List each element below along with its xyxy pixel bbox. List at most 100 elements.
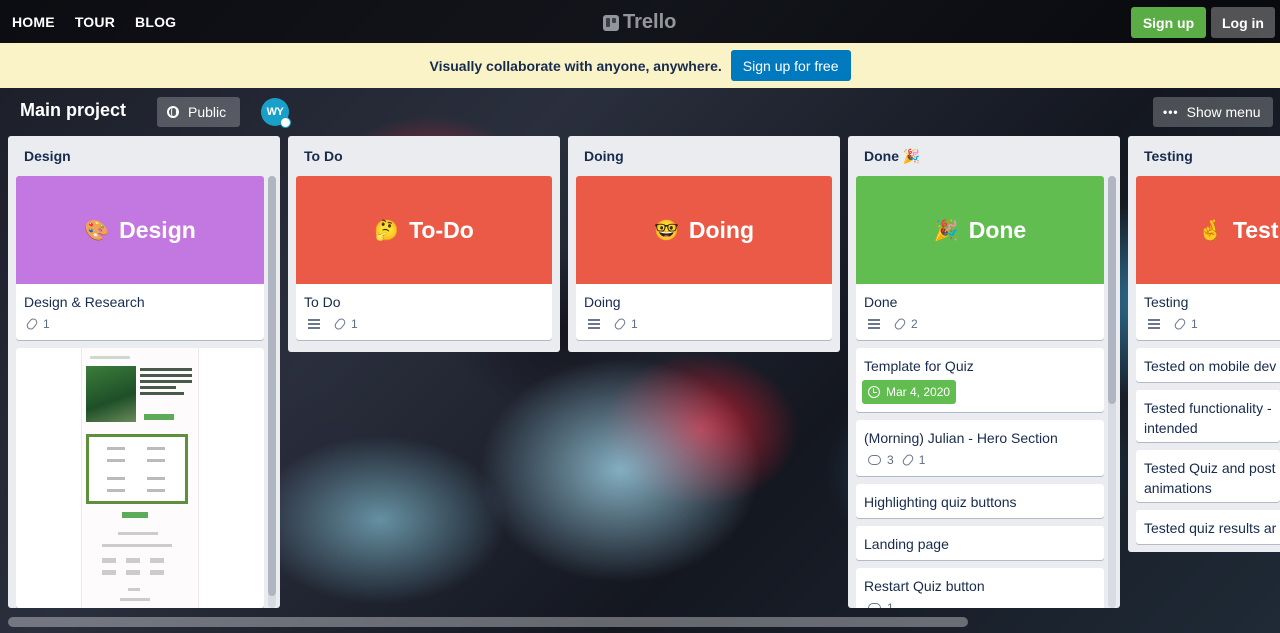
trello-logo-icon [603, 14, 619, 31]
card-title: Doing [584, 294, 621, 310]
cover-text: Done [968, 216, 1027, 243]
nav-home-link[interactable]: HOME [12, 14, 55, 30]
nav-tour-link[interactable]: TOUR [75, 14, 115, 30]
list-design: Design 🎨 Design Design & Research 1 [8, 136, 280, 608]
list-title[interactable]: Testing [1128, 136, 1280, 176]
party-popper-icon: 🎉 [933, 219, 959, 242]
board-horizontal-scrollbar[interactable] [8, 617, 968, 627]
thinking-face-icon: 🤔 [374, 219, 400, 242]
attachment-count: 1 [43, 317, 50, 331]
cover-text: Testi [1232, 216, 1280, 243]
card-landing-page[interactable]: Landing page [856, 526, 1104, 560]
avatar-initials: WY [266, 106, 284, 118]
description-badge [588, 319, 606, 329]
globe-icon [167, 106, 179, 118]
attachment-count: 1 [918, 453, 926, 467]
card-title: Template for Quiz [864, 358, 974, 374]
logo-text: Trello [623, 11, 677, 33]
attachment-badge: 2 [893, 316, 918, 332]
paperclip-icon [900, 452, 915, 468]
attachment-count: 1 [351, 317, 358, 331]
description-icon [868, 319, 880, 329]
card-tested-quiz-animations[interactable]: Tested Quiz and post animations [1136, 450, 1280, 502]
card-tested-functionality[interactable]: Tested functionality - intended [1136, 390, 1280, 442]
crossed-fingers-icon: 🤞 [1198, 219, 1223, 242]
card-title: Tested Quiz and post animations [1144, 460, 1276, 496]
card-image-preview[interactable] [16, 348, 264, 608]
card-badges: 1 [576, 316, 832, 340]
cover-text: Design [119, 216, 196, 243]
attachment-badge: 1 [25, 316, 50, 332]
list-scrollbar[interactable] [1108, 176, 1116, 608]
admin-badge-icon [280, 117, 291, 128]
list-todo: To Do 🤔 To-Do To Do 1 [288, 136, 560, 352]
palette-icon: 🎨 [84, 219, 110, 242]
card-badges: 1 [16, 316, 264, 340]
card-highlighting-quiz-buttons[interactable]: Highlighting quiz buttons [856, 484, 1104, 518]
card-to-do[interactable]: 🤔 To-Do To Do 1 [296, 176, 552, 340]
list-title[interactable]: Done 🎉 [848, 136, 1120, 176]
attachment-badge: 1 [333, 316, 358, 332]
card-title: To Do [304, 294, 341, 310]
card-badges: 1 [1136, 316, 1280, 340]
description-badge [308, 319, 326, 329]
card-badges: 3 1 [856, 452, 1104, 476]
visibility-label: Public [188, 104, 227, 120]
card-cover: 🎉 Done [856, 176, 1104, 284]
description-icon [1148, 319, 1160, 329]
board-title[interactable]: Main project [20, 100, 126, 121]
card-doing[interactable]: 🤓 Doing Doing 1 [576, 176, 832, 340]
list-title[interactable]: Design [8, 136, 280, 176]
due-date-badge[interactable]: Mar 4, 2020 [862, 380, 957, 404]
description-icon [308, 319, 320, 329]
attachment-count: 2 [911, 317, 918, 331]
description-badge [1148, 319, 1166, 329]
card-title: Design & Research [24, 294, 145, 310]
attachment-count: 1 [1191, 317, 1198, 331]
card-title: Done [864, 294, 898, 310]
comment-count: 1 [887, 601, 894, 608]
card-title: Landing page [864, 536, 949, 552]
comment-icon [868, 603, 881, 608]
card-tested-quiz-results[interactable]: Tested quiz results ar [1136, 510, 1280, 544]
card-cover: 🤔 To-Do [296, 176, 552, 284]
banner-text: Visually collaborate with anyone, anywhe… [429, 57, 722, 74]
member-avatar[interactable]: WY [261, 98, 291, 128]
show-menu-button[interactable]: ••• Show menu [1153, 97, 1273, 127]
signup-banner: Visually collaborate with anyone, anywhe… [0, 43, 1280, 88]
card-testing[interactable]: 🤞 Testi Testing 1 [1136, 176, 1280, 340]
signup-free-button[interactable]: Sign up for free [730, 50, 851, 81]
list-title[interactable]: To Do [288, 136, 560, 176]
card-cover: 🎨 Design [16, 176, 264, 284]
attachment-count: 1 [631, 317, 638, 331]
card-template-for-quiz[interactable]: Template for Quiz Mar 4, 2020 [856, 348, 1104, 412]
comment-badge: 1 [868, 601, 894, 608]
card-hero-section[interactable]: (Morning) Julian - Hero Section 3 1 [856, 420, 1104, 476]
visibility-button[interactable]: Public [157, 97, 240, 127]
card-title: Testing [1144, 294, 1189, 310]
card-done[interactable]: 🎉 Done Done 2 [856, 176, 1104, 340]
card-title: (Morning) Julian - Hero Section [864, 430, 1058, 446]
comment-count: 3 [887, 453, 894, 467]
card-design-research[interactable]: 🎨 Design Design & Research 1 [16, 176, 264, 340]
list-title[interactable]: Doing [568, 136, 840, 176]
card-badges: 2 [856, 316, 1104, 340]
attachment-badge: 1 [613, 316, 638, 332]
signup-button[interactable]: Sign up [1131, 7, 1206, 38]
card-title: Highlighting quiz buttons [864, 494, 1017, 510]
login-button[interactable]: Log in [1211, 7, 1275, 38]
cover-text: To-Do [409, 216, 474, 243]
card-restart-quiz-button[interactable]: Restart Quiz button 1 [856, 568, 1104, 608]
card-cover: 🤓 Doing [576, 176, 832, 284]
list-scrollbar[interactable] [268, 176, 276, 608]
trello-logo[interactable]: Trello [603, 11, 676, 34]
show-menu-label: Show menu [1186, 104, 1261, 120]
paperclip-icon [333, 316, 347, 332]
list-testing: Testing 🤞 Testi Testing 1 Tested on mobi… [1128, 136, 1280, 552]
nav-blog-link[interactable]: BLOG [135, 14, 176, 30]
quiz-mockup-image [81, 348, 199, 608]
attachment-badge: 1 [1173, 316, 1198, 332]
attachment-badge: 1 [900, 452, 926, 468]
card-tested-mobile[interactable]: Tested on mobile dev [1136, 348, 1280, 382]
card-title: Tested functionality - intended [1144, 400, 1272, 436]
